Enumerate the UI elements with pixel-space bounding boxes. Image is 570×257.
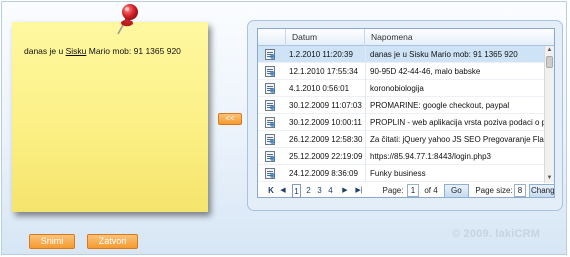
page-link-4[interactable]: 4 (326, 184, 335, 198)
close-button[interactable]: Zatvori (87, 234, 138, 249)
document-icon[interactable] (265, 100, 275, 111)
back-button[interactable]: << (218, 113, 242, 125)
scroll-thumb[interactable] (546, 56, 553, 68)
document-icon[interactable] (265, 83, 275, 94)
grid-header: Datum Napomena (258, 29, 554, 46)
row-date: 26.12.2009 12:58:30 (289, 135, 363, 144)
row-date: 30.12.2009 11:07:03 (289, 101, 362, 110)
page-size-input[interactable]: 8 (514, 184, 526, 197)
grid-rows: 1.2.2010 11:20:39 danas je u Sisku Mario… (258, 46, 546, 182)
document-icon[interactable] (265, 168, 275, 179)
change-button[interactable]: Change (529, 184, 555, 198)
document-icon[interactable] (265, 134, 275, 145)
note-text[interactable]: danas je u Sisku Mario mob: 91 1365 920 (24, 46, 200, 57)
next-page-icon[interactable]: ▶ (341, 184, 349, 198)
document-icon[interactable] (265, 151, 275, 162)
first-page-icon[interactable]: K (267, 184, 275, 198)
row-note: Funky business (365, 165, 546, 182)
row-date: 30.12.2009 10:00:11 (289, 118, 362, 127)
row-date: 25.12.2009 22:19:09 (289, 152, 363, 161)
page-link-3[interactable]: 3 (315, 184, 324, 198)
document-icon[interactable] (265, 66, 275, 77)
grid-panel: Datum Napomena 1.2.2010 11:20:39 danas j… (247, 20, 563, 211)
page-label: Page: (382, 186, 404, 195)
save-button[interactable]: Snimi (29, 234, 75, 249)
page-link-2[interactable]: 2 (304, 184, 313, 198)
row-date: 12.1.2010 17:55:34 (289, 67, 358, 76)
row-date: 24.12.2009 8:36:09 (289, 169, 358, 178)
table-row[interactable]: 30.12.2009 11:07:03 PROMARINE: google ch… (258, 97, 546, 114)
note-text-underlined: Sisku (65, 46, 87, 56)
prev-page-icon[interactable]: ◀ (279, 184, 287, 198)
table-row[interactable]: 1.2.2010 11:20:39 danas je u Sisku Mario… (258, 46, 546, 63)
table-row[interactable]: 26.12.2009 12:58:30 Za čitati: jQuery ya… (258, 131, 546, 148)
row-note: https://85.94.77.1:8443/login.php3 (365, 148, 546, 165)
notes-grid: Datum Napomena 1.2.2010 11:20:39 danas j… (257, 28, 555, 198)
header-icon-column (258, 29, 286, 46)
table-row[interactable]: 24.12.2009 8:36:09 Funky business (258, 165, 546, 182)
last-page-icon[interactable]: ▶| (353, 184, 365, 198)
page-number-input[interactable]: 1 (407, 184, 419, 197)
table-row[interactable]: 30.12.2009 10:00:11 PROPLIN - web aplika… (258, 114, 546, 131)
row-date: 1.2.2010 11:20:39 (289, 50, 353, 59)
vertical-scrollbar[interactable]: ▲ ▼ (544, 46, 554, 183)
scroll-up-icon[interactable]: ▲ (545, 46, 554, 55)
row-note: danas je u Sisku Mario mob: 91 1365 920 (365, 46, 546, 63)
copyright-watermark: © 2009. lakiCRM (452, 228, 541, 240)
row-note: PROPLIN - web aplikacija vrsta poziva po… (365, 114, 546, 131)
table-row[interactable]: 25.12.2009 22:19:09 https://85.94.77.1:8… (258, 148, 546, 165)
header-date[interactable]: Datum (286, 29, 365, 46)
push-pin-icon (117, 4, 138, 35)
grid-pager: K ◀ 1 2 3 4 ▶ ▶| Page: 1 of 4 Go Page si… (257, 181, 555, 201)
go-button[interactable]: Go (444, 184, 469, 198)
row-note: Za čitati: jQuery yahoo JS SEO Pregovara… (365, 131, 546, 148)
table-row[interactable]: 4.1.2010 0:56:01 koronobiologija (258, 80, 546, 97)
row-note: koronobiologija (365, 80, 546, 97)
row-note: 90-95D 42-44-46, malo babske (365, 63, 546, 80)
row-note: PROMARINE: google checkout, paypal (365, 97, 546, 114)
header-note[interactable]: Napomena (365, 29, 554, 46)
page-link-1[interactable]: 1 (292, 184, 301, 198)
document-icon[interactable] (265, 117, 275, 128)
note-text-prefix: danas je u (24, 46, 66, 56)
note-text-suffix: Mario mob: 91 1365 920 (86, 46, 181, 56)
page-size-label: Page size: (475, 186, 513, 195)
page-of-label: of 4 (424, 186, 438, 195)
sticky-note[interactable]: danas je u Sisku Mario mob: 91 1365 920 (12, 22, 208, 212)
document-icon[interactable] (265, 49, 275, 60)
table-row[interactable]: 12.1.2010 17:55:34 90-95D 42-44-46, malo… (258, 63, 546, 80)
row-date: 4.1.2010 0:56:01 (289, 84, 350, 93)
